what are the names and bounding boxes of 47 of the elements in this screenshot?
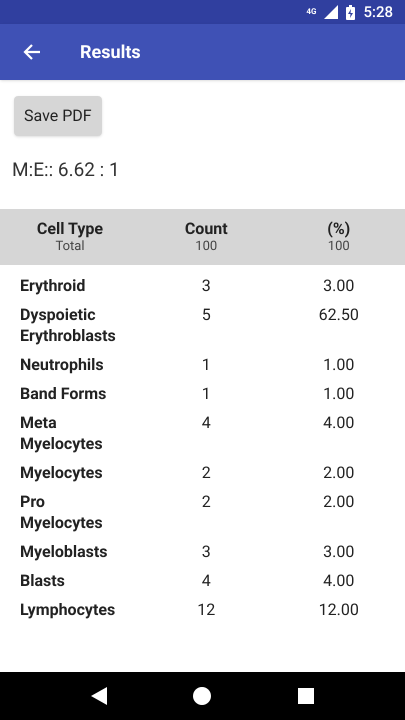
back-triangle-icon[interactable] [91, 687, 108, 705]
home-circle-icon[interactable] [193, 687, 212, 705]
count-cell: 2 [202, 462, 211, 482]
signal-icon [324, 5, 338, 19]
ratio-text: M:E:: 6.62 : 1 [11, 157, 121, 183]
count-cell: 2 [202, 492, 211, 510]
back-arrow-icon [23, 43, 41, 61]
cell-type: Neutrophils [20, 354, 104, 374]
column-header: (%) [327, 218, 350, 238]
column-total: 100 [328, 238, 350, 254]
count-cell: 1 [202, 384, 211, 402]
column-total: Total [55, 238, 85, 254]
percent-cell: 4.00 [323, 570, 354, 590]
cell-type: Meta Myelocytes [20, 412, 103, 452]
count-cell: 4 [202, 570, 211, 590]
cell-type: Lymphocytes [20, 600, 116, 618]
cell-type: Band Forms [20, 384, 106, 402]
battery-icon [346, 4, 356, 20]
count-cell: 12 [197, 600, 216, 618]
percent-cell: 2.00 [323, 492, 354, 510]
percent-cell: 12.00 [318, 600, 359, 618]
count-cell: 4 [202, 412, 211, 432]
count-cell: 1 [202, 354, 211, 374]
percent-cell: 3.00 [323, 542, 354, 560]
cell-type: Myeloblasts [20, 542, 108, 560]
screen-title: Results [80, 40, 141, 64]
percent-cell: 4.00 [323, 412, 354, 432]
percent-cell: 3.00 [323, 276, 354, 294]
cell-type: Dyspoietic Erythroblasts [20, 304, 116, 344]
cell-type: Pro Myelocytes [20, 492, 103, 532]
percent-cell: 1.00 [323, 384, 354, 402]
clock: 5:28 [363, 2, 393, 23]
column-total: 100 [195, 238, 218, 254]
percent-cell: 1.00 [323, 354, 354, 374]
count-cell: 3 [202, 542, 211, 560]
percent-cell: 2.00 [323, 462, 354, 482]
recents-square-icon[interactable] [298, 688, 314, 704]
count-cell: 3 [202, 276, 211, 294]
cell-type: Blasts [20, 570, 65, 590]
network-label: 4G [306, 6, 316, 18]
cell-type: Myelocytes [20, 462, 103, 482]
column-header: Cell Type [36, 218, 104, 238]
cell-type: Erythroid [20, 276, 86, 294]
save-pdf-button[interactable]: Save PDF [14, 96, 102, 136]
count-cell: 5 [202, 304, 211, 324]
percent-cell: 62.50 [318, 304, 359, 324]
column-header: Count [184, 218, 228, 238]
